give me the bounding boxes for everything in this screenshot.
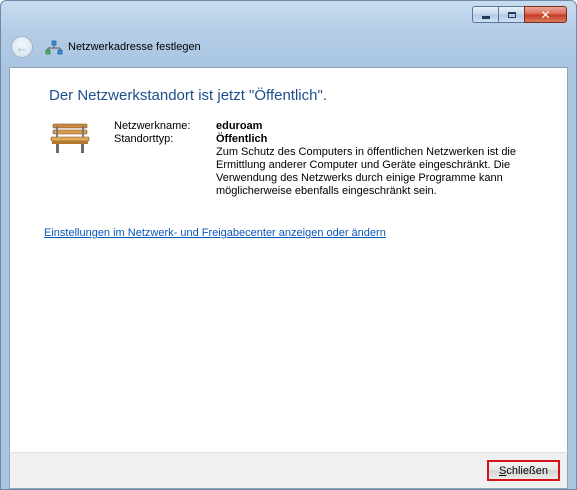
location-description: Zum Schutz des Computers in öffentlichen… [216,146,516,197]
close-window-button[interactable]: ✕ [524,6,567,23]
network-name-value: eduroam [216,120,263,132]
location-type-value: Öffentlich [216,133,268,145]
content-area: Der Netzwerkstandort ist jetzt "Öffentli… [9,67,568,452]
close-icon: ✕ [540,7,551,22]
back-button[interactable]: ← [11,36,33,58]
caption-buttons: ✕ [472,6,567,23]
close-button-label: chließen [506,464,548,477]
footer-bar: Schließen [9,452,568,489]
maximize-button[interactable] [498,6,524,23]
close-button-accelerator: S [499,464,507,477]
window-title: Netzwerkadresse festlegen [68,41,201,53]
dialog-window: ✕ ← Netzwerkadresse festlegen Der Netzwe… [0,0,577,490]
close-button[interactable]: Schließen [487,460,560,481]
network-sharing-center-link[interactable]: Einstellungen im Netzwerk- und Freigabec… [44,227,386,239]
network-name-label: Netzwerkname: [114,120,191,132]
info-values: eduroam Öffentlich Zum Schutz des Comput… [216,120,516,198]
maximize-icon [507,11,516,18]
page-heading: Der Netzwerkstandort ist jetzt "Öffentli… [49,87,327,104]
network-icon [45,40,63,55]
info-labels: Netzwerkname: Standorttyp: [114,120,190,146]
minimize-button[interactable] [472,6,498,23]
back-arrow-icon: ← [15,39,29,55]
navigation-bar: ← Netzwerkadresse festlegen [1,30,576,68]
minimize-icon [481,15,490,19]
location-type-label: Standorttyp: [114,133,174,145]
park-bench-icon [50,123,90,153]
